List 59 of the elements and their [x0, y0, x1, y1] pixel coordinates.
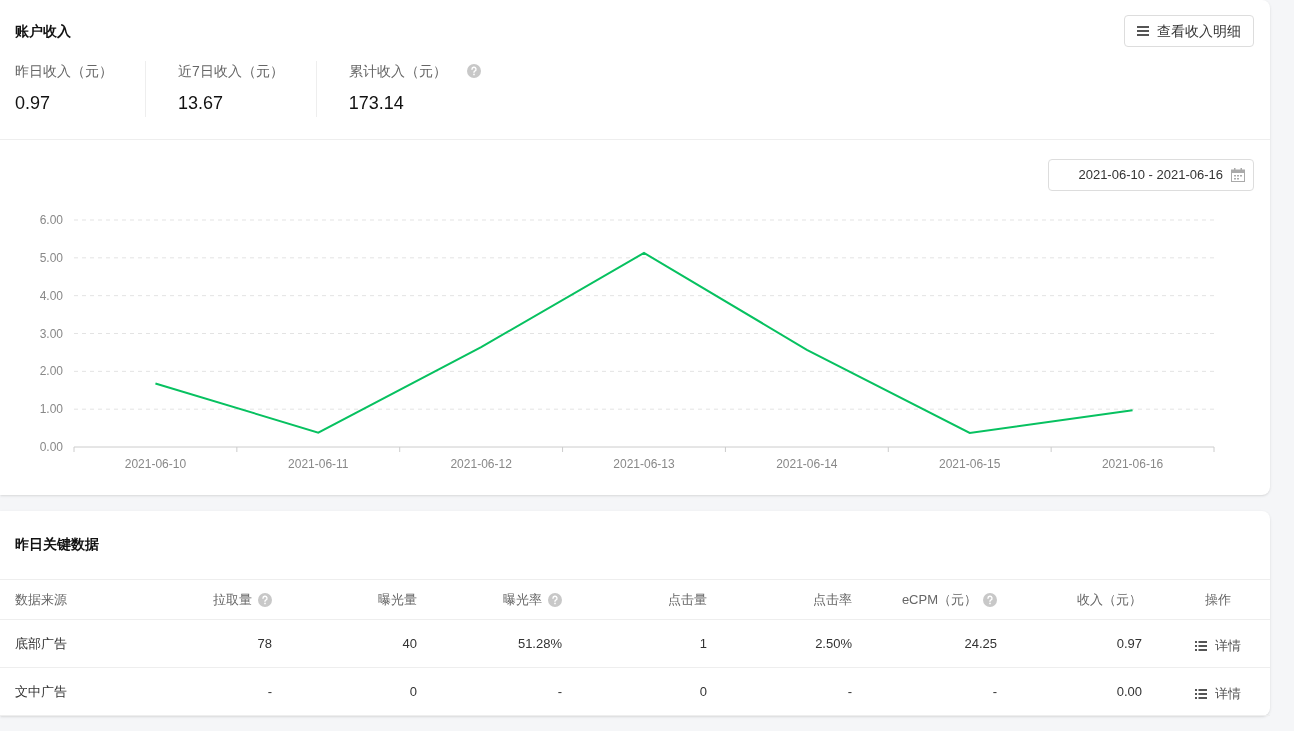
- column-header: 操作: [1205, 590, 1231, 609]
- menu-icon: [1137, 26, 1149, 36]
- stat-label: 累计收入（元）: [348, 62, 447, 81]
- table-cell: 78: [257, 635, 272, 651]
- detail-link[interactable]: 详情: [1195, 679, 1241, 704]
- table-cell: -: [992, 683, 997, 699]
- help-icon[interactable]: [983, 592, 997, 607]
- column-header: 点击率: [813, 590, 852, 609]
- table-cell: 2.50%: [815, 635, 852, 651]
- card-title: 昨日关键数据: [15, 535, 100, 554]
- list-icon: [1195, 688, 1207, 699]
- column-header: 收入（元）: [1077, 590, 1142, 609]
- table-cell: 0: [699, 683, 707, 699]
- column-header: 数据来源: [15, 590, 67, 609]
- help-icon[interactable]: [548, 592, 562, 607]
- table-cell: 文中广告: [15, 683, 67, 699]
- table-cell: 底部广告: [15, 635, 67, 651]
- y-axis-label: 6.00: [39, 213, 63, 227]
- column-header: 曝光量: [378, 590, 417, 609]
- column-header: eCPM（元）: [901, 590, 977, 609]
- list-icon: [1195, 640, 1207, 651]
- x-axis-label: 2021-06-10: [124, 457, 187, 471]
- x-axis-label: 2021-06-14: [776, 457, 838, 471]
- y-axis-label: 2.00: [39, 364, 63, 379]
- date-range-field[interactable]: 2021-06-10 - 2021-06-16: [1048, 159, 1254, 191]
- table-cell: -: [267, 683, 272, 699]
- x-axis-label: 2021-06-11: [288, 457, 349, 471]
- calendar-icon: [1231, 168, 1245, 182]
- table-cell: -: [847, 683, 852, 699]
- stat-label: 近7日收入（元）: [178, 62, 284, 81]
- column-header: 拉取量: [213, 590, 252, 609]
- y-axis-label: 0.00: [39, 440, 63, 454]
- detail-link[interactable]: 详情: [1195, 631, 1241, 656]
- x-axis-label: 2021-06-15: [939, 457, 1001, 471]
- column-header: 曝光率: [503, 590, 542, 609]
- stat-value: 173.14: [348, 92, 405, 115]
- stat-value: 13.67: [178, 92, 225, 115]
- x-axis-label: 2021-06-16: [1101, 457, 1164, 471]
- card-title: 账户收入: [15, 22, 71, 41]
- help-icon[interactable]: [466, 64, 481, 78]
- y-axis-label: 3.00: [39, 326, 63, 341]
- table-cell: 0: [409, 683, 417, 699]
- y-axis-label: 5.00: [39, 250, 63, 265]
- table-cell: -: [557, 683, 562, 699]
- table-cell: 1: [699, 635, 707, 651]
- y-axis-label: 1.00: [39, 402, 63, 417]
- column-header: 点击量: [668, 590, 707, 609]
- x-axis-label: 2021-06-13: [613, 457, 675, 471]
- table-cell: 51.28%: [517, 635, 562, 651]
- stat-value: 0.97: [15, 92, 52, 115]
- table-cell: 0.97: [1116, 635, 1142, 651]
- stat-label: 昨日收入（元）: [15, 62, 113, 81]
- x-axis-label: 2021-06-12: [450, 457, 512, 471]
- table-cell: 24.25: [964, 635, 997, 651]
- table-cell: 40: [402, 635, 417, 651]
- y-axis-label: 4.00: [39, 288, 63, 303]
- income-detail-button[interactable]: 查看收入明细: [1124, 15, 1254, 47]
- table-cell: 0.00: [1116, 683, 1142, 699]
- help-icon[interactable]: [258, 592, 272, 607]
